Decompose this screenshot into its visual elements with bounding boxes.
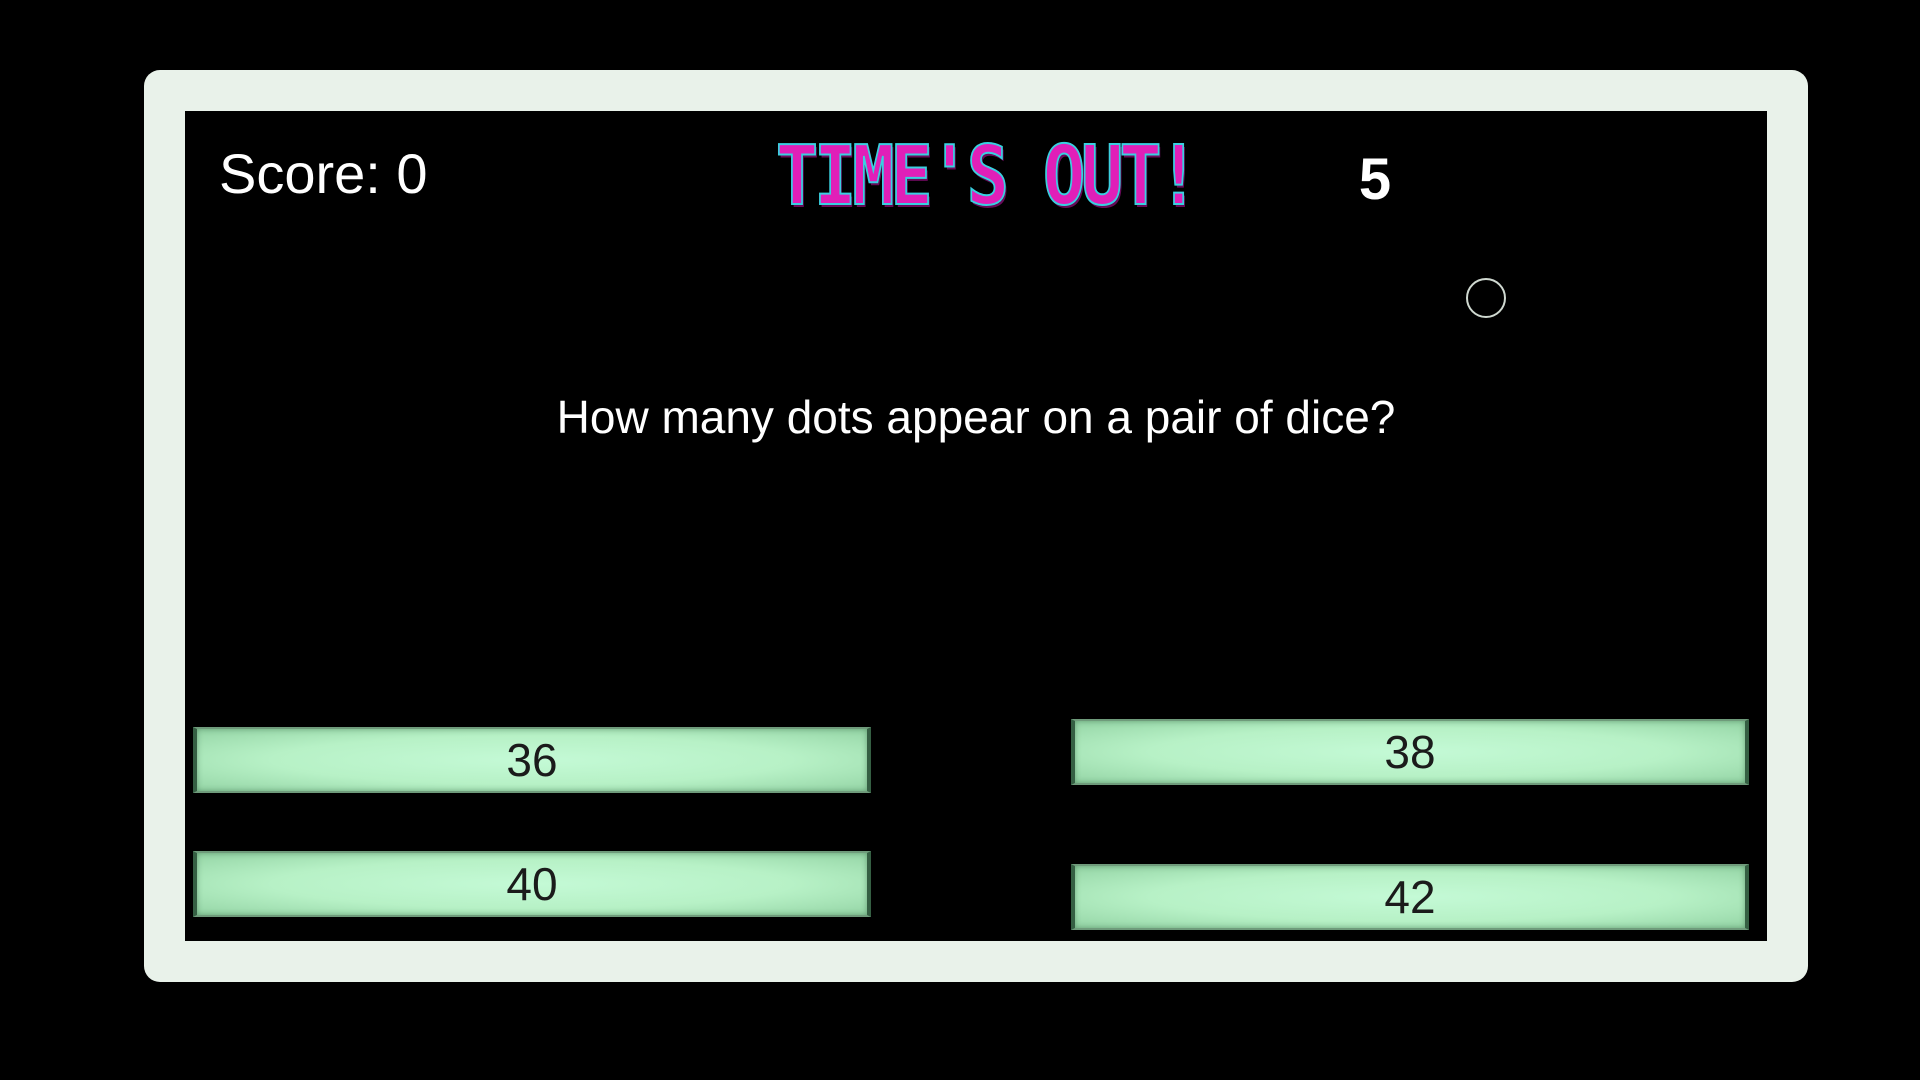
countdown-timer: 5 <box>1358 147 1392 212</box>
game-screen: Score: 0 TIME'S OUT! 5 How many dots app… <box>185 111 1767 941</box>
cursor-dot-icon <box>1466 278 1506 318</box>
game-frame: Score: 0 TIME'S OUT! 5 How many dots app… <box>144 70 1808 982</box>
score-label: Score: 0 <box>219 142 428 205</box>
answer-button-1[interactable]: 36 <box>193 727 871 793</box>
answer-button-4[interactable]: 42 <box>1071 864 1749 930</box>
answer-button-2[interactable]: 38 <box>1071 719 1749 785</box>
times-out-title: TIME'S OUT! <box>775 129 1201 224</box>
question-text: How many dots appear on a pair of dice? <box>556 391 1396 443</box>
answer-button-3[interactable]: 40 <box>193 851 871 917</box>
